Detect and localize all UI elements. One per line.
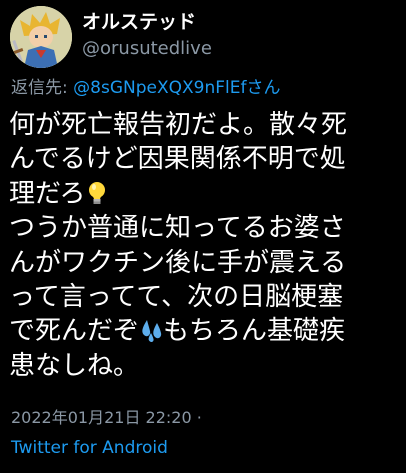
tweet-text-segment: 理だろ xyxy=(9,178,86,209)
tweet-card: オルステッド @orusutedlive 返信先: @8sGNpeXQX9nFl… xyxy=(0,0,406,473)
display-name[interactable]: オルステッド xyxy=(82,10,212,34)
tweet-text-line: つうか普通に知ってるお婆さ xyxy=(9,213,346,244)
tweet-text-line: んがワクチン後に手が震える xyxy=(9,247,347,278)
light-bulb-icon xyxy=(85,180,109,206)
tweet-text-line: 理だろ xyxy=(9,177,405,211)
tweet-source-link[interactable]: Twitter for Android xyxy=(11,437,168,459)
user-handle[interactable]: @orusutedlive xyxy=(82,36,212,62)
sweat-droplets-icon xyxy=(139,317,163,343)
reply-prefix: 返信先: xyxy=(11,78,74,98)
tweet-text-line: 患なしね。 xyxy=(9,350,140,381)
anime-character-avatar-icon xyxy=(10,6,72,68)
reply-target-link[interactable]: @8sGNpeXQX9nFlEfさん xyxy=(73,78,280,98)
author-names: オルステッド @orusutedlive xyxy=(82,10,212,62)
avatar[interactable] xyxy=(10,6,72,68)
tweet-text-line: 何が死亡報告初だよ。散々死 xyxy=(9,110,348,140)
tweet-header: オルステッド @orusutedlive xyxy=(10,6,400,70)
tweet-text: 何が死亡報告初だよ。散々死 んでるけど因果関係不明で処 理だろ つうか普通に知っ… xyxy=(9,108,405,383)
tweet-timestamp[interactable]: 2022年01月21日 22:20 · xyxy=(11,407,202,429)
tweet-text-line: んでるけど因果関係不明で処 xyxy=(9,144,346,175)
tweet-text-segment: もちろん基礎疾 xyxy=(163,316,346,347)
tweet-text-segment: で死んだぞ xyxy=(9,316,140,347)
reply-context: 返信先: @8sGNpeXQX9nFlEfさん xyxy=(11,77,280,99)
tweet-text-line: って言ってて、次の日脳梗塞 xyxy=(9,281,344,312)
tweet-text-line: で死んだぞ もちろん基礎疾 xyxy=(9,314,405,348)
